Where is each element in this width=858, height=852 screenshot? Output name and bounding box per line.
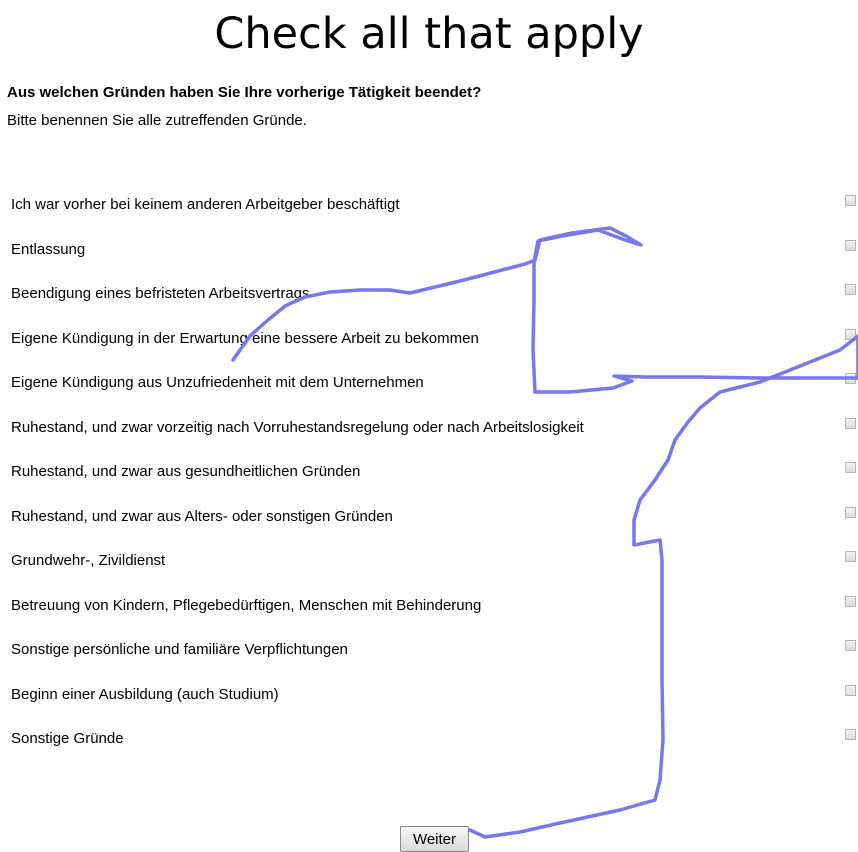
option-row: Betreuung von Kindern, Pflegebedürftigen… [0, 583, 858, 628]
option-row: Beginn einer Ausbildung (auch Studium) [0, 672, 858, 717]
option-label: Sonstige persönliche und familiäre Verpf… [11, 641, 348, 658]
weiter-button[interactable]: Weiter [400, 826, 469, 852]
option-row: Ruhestand, und zwar vorzeitig nach Vorru… [0, 405, 858, 450]
option-checkbox[interactable] [845, 284, 856, 295]
option-row: Ruhestand, und zwar aus gesundheitlichen… [0, 449, 858, 494]
option-checkbox[interactable] [845, 595, 856, 607]
option-checkbox[interactable] [845, 195, 856, 206]
options-list: Ich war vorher bei keinem anderen Arbeit… [0, 182, 858, 761]
option-label: Eigene Kündigung aus Unzufriedenheit mit… [11, 374, 424, 391]
option-checkbox[interactable] [845, 640, 856, 651]
option-label: Entlassung [11, 240, 86, 258]
option-checkbox[interactable] [845, 551, 856, 562]
question-instruction: Bitte benennen Sie alle zutreffenden Grü… [7, 112, 307, 129]
option-row: Beendigung eines befristeten Arbeitsvert… [0, 271, 858, 316]
option-row: Sonstige persönliche und familiäre Verpf… [0, 627, 858, 672]
option-checkbox[interactable] [845, 462, 856, 473]
option-label: Ich war vorher bei keinem anderen Arbeit… [11, 196, 400, 213]
option-label: Beendigung eines befristeten Arbeitsvert… [11, 285, 310, 302]
option-label: Sonstige Gründe [11, 730, 124, 747]
option-checkbox[interactable] [845, 239, 856, 251]
option-label: Beginn einer Ausbildung (auch Studium) [11, 685, 279, 703]
option-checkbox[interactable] [845, 417, 856, 429]
option-checkbox[interactable] [845, 506, 856, 518]
option-row: Eigene Kündigung in der Erwartung eine b… [0, 316, 858, 361]
option-row: Ruhestand, und zwar aus Alters- oder son… [0, 494, 858, 539]
option-label: Betreuung von Kindern, Pflegebedürftigen… [11, 596, 482, 614]
option-row: Entlassung [0, 227, 858, 272]
option-checkbox[interactable] [845, 729, 856, 740]
option-label: Ruhestand, und zwar aus gesundheitlichen… [11, 463, 361, 480]
option-row: Ich war vorher bei keinem anderen Arbeit… [0, 182, 858, 227]
question-text: Aus welchen Gründen haben Sie Ihre vorhe… [7, 84, 482, 101]
option-checkbox[interactable] [845, 684, 856, 696]
option-label: Ruhestand, und zwar aus Alters- oder son… [11, 507, 393, 525]
option-label: Ruhestand, und zwar vorzeitig nach Vorru… [11, 418, 584, 436]
slide-title: Check all that apply [214, 9, 644, 59]
option-label: Eigene Kündigung in der Erwartung eine b… [11, 329, 479, 347]
option-checkbox[interactable] [845, 373, 856, 384]
option-row: Grundwehr-, Zivildienst [0, 538, 858, 583]
option-row: Eigene Kündigung aus Unzufriedenheit mit… [0, 360, 858, 405]
option-label: Grundwehr-, Zivildienst [11, 552, 166, 569]
option-row: Sonstige Gründe [0, 716, 858, 761]
option-checkbox[interactable] [845, 328, 856, 340]
